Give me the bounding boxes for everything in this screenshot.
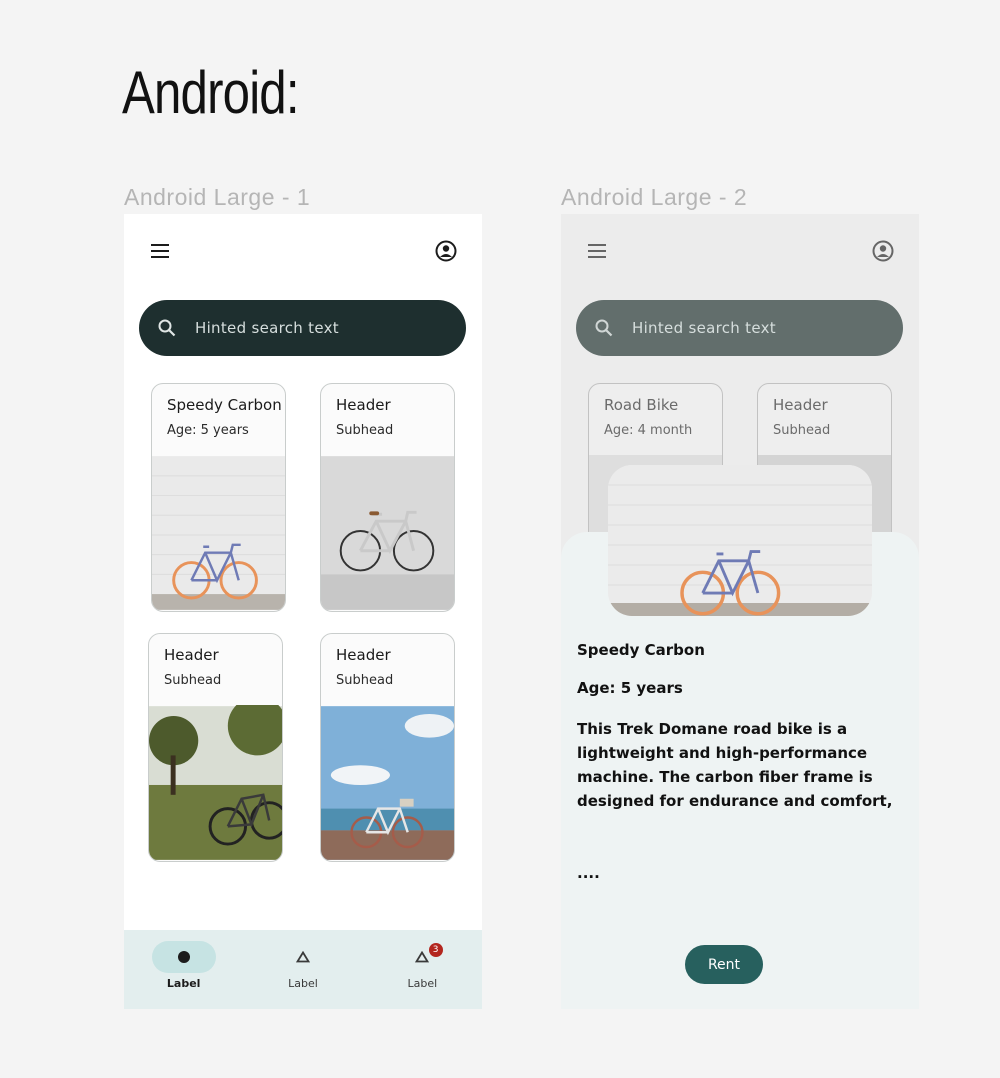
nav-label: Label bbox=[166, 977, 201, 990]
search-icon bbox=[595, 319, 613, 337]
account-circle-icon[interactable] bbox=[872, 240, 894, 262]
card-title: Speedy Carbon bbox=[167, 396, 282, 414]
nav-label: Label bbox=[288, 977, 318, 990]
nav-item-3[interactable]: 3 Label bbox=[363, 930, 482, 1009]
card-subtitle: Subhead bbox=[164, 673, 222, 688]
menu-icon[interactable] bbox=[586, 240, 608, 262]
android-frame-2: Hinted search text Road Bike Age: 4 mont… bbox=[561, 214, 919, 1009]
detail-bike-image bbox=[608, 465, 872, 616]
search-bar[interactable]: Hinted search text bbox=[139, 300, 466, 356]
search-bar[interactable]: Hinted search text bbox=[576, 300, 903, 356]
detail-description: This Trek Domane road bike is a lightwei… bbox=[577, 720, 893, 810]
card-title: Header bbox=[164, 646, 219, 664]
bike-image bbox=[149, 705, 282, 860]
card-title: Header bbox=[336, 396, 391, 414]
card-subtitle: Subhead bbox=[336, 423, 394, 438]
frame-label-1: Android Large - 1 bbox=[124, 184, 311, 210]
android-frame-1: Hinted search text Speedy Carbon Age: 5 … bbox=[124, 214, 482, 1009]
card-subtitle: Subhead bbox=[336, 673, 394, 688]
search-input[interactable]: Hinted search text bbox=[632, 319, 776, 337]
bike-card[interactable]: Header Subhead bbox=[148, 633, 283, 862]
account-circle-icon[interactable] bbox=[435, 240, 457, 262]
bike-card[interactable]: Header Subhead bbox=[320, 383, 455, 612]
nav-item-1[interactable]: Label bbox=[124, 930, 243, 1009]
detail-age: Age: 5 years bbox=[577, 679, 683, 697]
menu-icon[interactable] bbox=[149, 240, 171, 262]
bottom-navigation: Label Label 3 Label bbox=[124, 930, 482, 1009]
search-icon bbox=[158, 319, 176, 337]
detail-more: .... bbox=[577, 864, 600, 882]
bike-image bbox=[321, 706, 454, 860]
nav-item-2[interactable]: Label bbox=[243, 930, 362, 1009]
card-title: Road Bike bbox=[604, 396, 679, 414]
bike-card[interactable]: Header Subhead bbox=[320, 633, 455, 862]
card-title: Header bbox=[336, 646, 391, 664]
bike-image bbox=[152, 456, 285, 610]
triangle-icon bbox=[295, 951, 310, 963]
card-subtitle: Age: 4 month bbox=[604, 423, 693, 438]
detail-title: Speedy Carbon bbox=[577, 641, 705, 659]
notification-badge: 3 bbox=[428, 943, 443, 957]
nav-label: Label bbox=[407, 977, 438, 990]
rent-button[interactable]: Rent bbox=[685, 945, 763, 984]
bike-image bbox=[321, 456, 454, 610]
bike-card[interactable]: Speedy Carbon Age: 5 years bbox=[151, 383, 286, 612]
dot-icon bbox=[177, 951, 190, 963]
frame-label-2: Android Large - 2 bbox=[561, 184, 748, 210]
triangle-icon bbox=[415, 951, 430, 963]
page-title: Android: bbox=[122, 59, 300, 126]
card-subtitle: Age: 5 years bbox=[167, 423, 249, 438]
card-subtitle: Subhead bbox=[773, 423, 831, 438]
search-input[interactable]: Hinted search text bbox=[195, 319, 339, 337]
card-title: Header bbox=[773, 396, 828, 414]
